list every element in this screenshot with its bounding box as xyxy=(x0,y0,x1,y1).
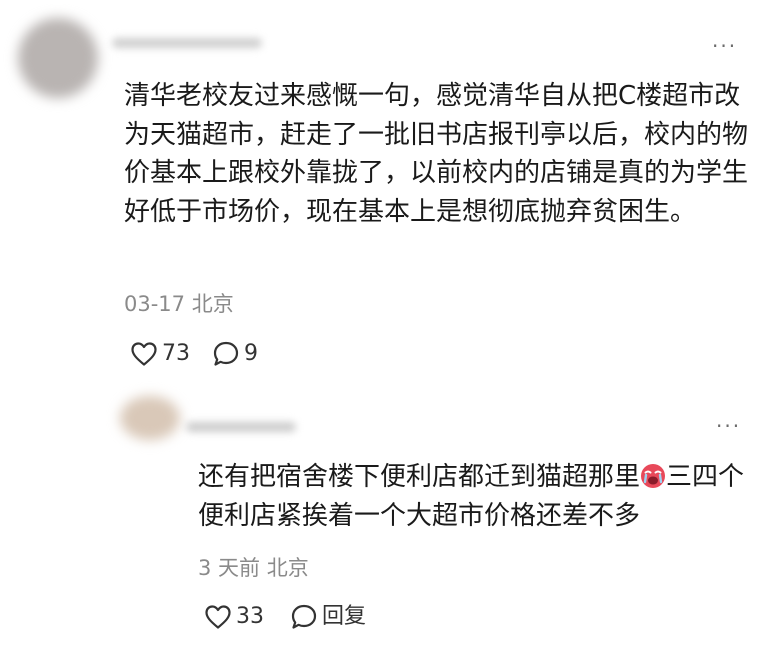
comment-actions: 33 回复 xyxy=(204,603,366,631)
like-count: 73 xyxy=(162,341,190,366)
like-count: 33 xyxy=(236,604,264,629)
heart-icon xyxy=(130,341,158,367)
username-blurred[interactable] xyxy=(112,38,262,48)
comment-text-part-1: 还有把宿舍楼下便利店都迁到猫超那里 xyxy=(198,462,641,492)
avatar[interactable] xyxy=(120,396,180,440)
reply-button[interactable]: 9 xyxy=(212,340,258,368)
heart-icon xyxy=(204,604,232,630)
comment-text: 清华老校友过来感慨一句，感觉清华自从把C楼超市改为天猫超市，赶走了一批旧书店报刊… xyxy=(124,81,749,227)
like-button[interactable]: 33 xyxy=(204,604,264,630)
comment-actions: 73 9 xyxy=(130,340,258,368)
comment-meta: 03-17 北京 xyxy=(124,292,234,316)
like-button[interactable]: 73 xyxy=(130,341,190,367)
comment-text: 还有把宿舍楼下便利店都迁到猫超那里 三四个便利店紧挨着一个大超市价格还差不多 xyxy=(198,458,754,535)
username-blurred[interactable] xyxy=(186,422,296,432)
avatar[interactable] xyxy=(18,18,98,98)
crying-face-icon xyxy=(640,462,666,488)
comment-bubble-icon xyxy=(290,603,318,631)
reply-button[interactable]: 回复 xyxy=(290,603,366,631)
more-options-icon[interactable]: ··· xyxy=(716,416,741,436)
more-options-icon[interactable]: ··· xyxy=(712,36,737,56)
comment-meta: 3 天前 北京 xyxy=(198,556,309,580)
comment-bubble-icon xyxy=(212,340,240,368)
reply-count: 9 xyxy=(244,341,258,366)
reply-label: 回复 xyxy=(322,604,367,629)
